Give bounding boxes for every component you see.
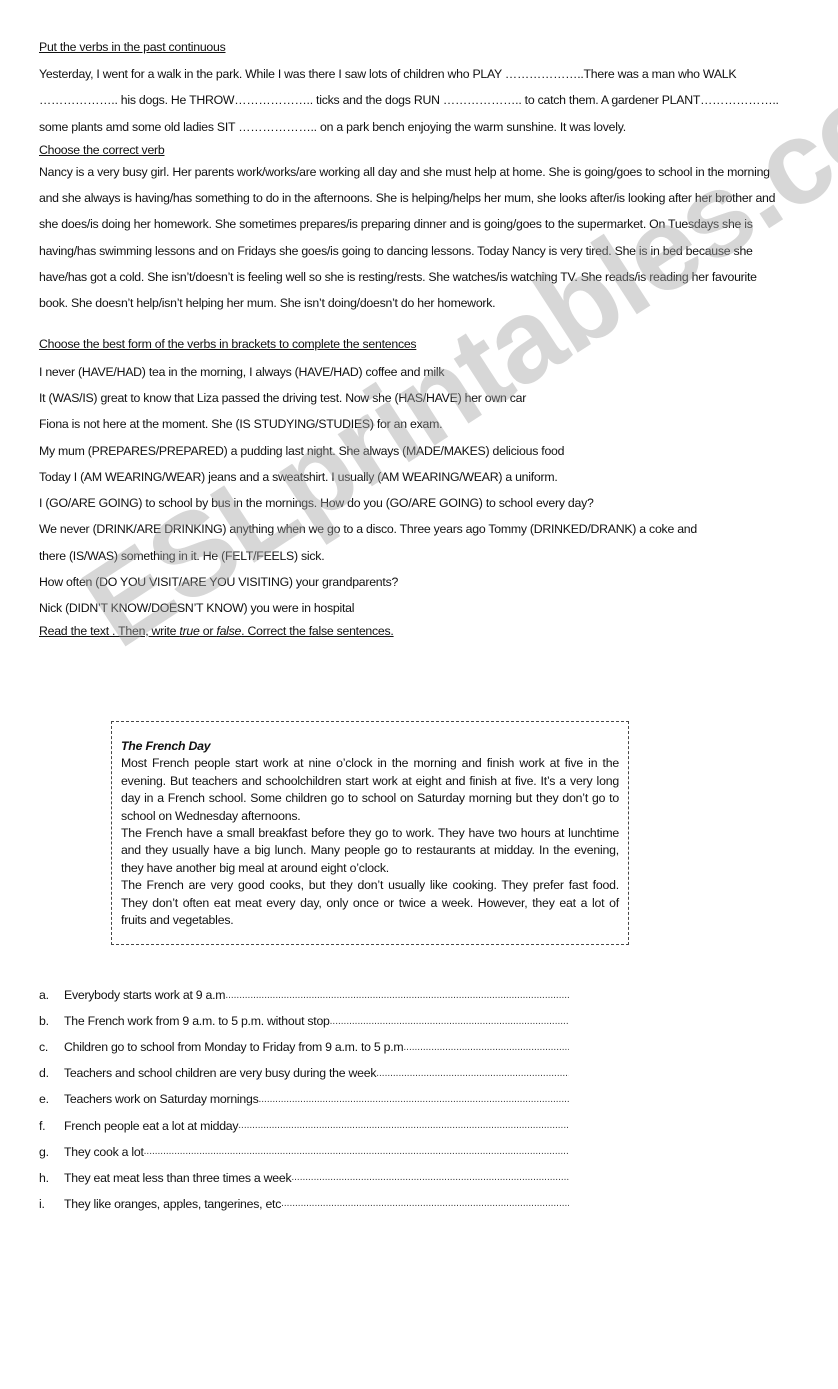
heading-part: . Correct the false sentences. <box>241 623 394 638</box>
statement-letter: g. <box>39 1144 49 1159</box>
sentence: Fiona is not here at the moment. She (IS… <box>39 417 443 432</box>
sentence: I never (HAVE/HAD) tea in the morning, I… <box>39 364 445 379</box>
answer-line[interactable]: ........................................… <box>403 1042 569 1053</box>
statement-item: e. Teachers work on Saturday mornings....… <box>39 1086 569 1112</box>
heading-true: true <box>179 623 200 638</box>
statement-letter: d. <box>39 1066 49 1081</box>
section1-heading: Put the verbs in the past continuous <box>39 40 226 54</box>
sentence: there (IS/WAS) something in it. He (FELT… <box>39 548 325 563</box>
heading-part: or <box>199 623 217 638</box>
answer-line[interactable]: ........................................… <box>281 1198 569 1209</box>
reading-paragraph: Most French people start work at nine o’… <box>121 756 619 823</box>
heading-false: false <box>216 623 242 638</box>
section2-text: Nancy is a very busy girl. Her parents w… <box>39 164 776 311</box>
statement-text: Everybody starts work at 9 a.m <box>64 988 226 1003</box>
reading-title: The French Day <box>121 739 211 753</box>
statement-letter: c. <box>39 1040 49 1055</box>
statement-letter: i. <box>39 1196 45 1211</box>
sentence: We never (DRINK/ARE DRINKING) anything w… <box>39 522 697 537</box>
sentence: How often (DO YOU VISIT/ARE YOU VISITING… <box>39 575 399 590</box>
answer-line[interactable]: ........................................… <box>330 1016 569 1027</box>
statement-text: Teachers work on Saturday mornings <box>64 1092 259 1107</box>
statement-letter: f. <box>39 1118 46 1133</box>
sentence: Nick (DIDN’T KNOW/DOESN’T KNOW) you were… <box>39 601 355 616</box>
answer-line[interactable]: ........................................… <box>225 990 569 1001</box>
statement-text: Children go to school from Monday to Fri… <box>64 1040 404 1055</box>
statement-letter: h. <box>39 1170 49 1185</box>
statement-item: d. Teachers and school children are very … <box>39 1060 569 1086</box>
answer-line[interactable]: ........................................… <box>291 1172 569 1183</box>
statement-item: b. The French work from 9 a.m. to 5 p.m. … <box>39 1008 569 1034</box>
sentence: My mum (PREPARES/PREPARED) a pudding las… <box>39 443 565 458</box>
worksheet: Put the verbs in the past continuous Yes… <box>39 38 779 640</box>
sentence: It (WAS/IS) great to know that Liza pass… <box>39 390 527 405</box>
statement-text: They like oranges, apples, tangerines, e… <box>64 1196 282 1211</box>
statement-item: h. They eat meat less than three times a … <box>39 1165 569 1191</box>
statement-text: They cook a lot <box>64 1144 144 1159</box>
statement-letter: b. <box>39 1014 49 1029</box>
reading-paragraph: The French are very good cooks, but they… <box>121 878 619 928</box>
statement-text: They eat meat less than three times a we… <box>64 1170 292 1185</box>
statement-item: i. They like oranges, apples, tangerines,… <box>39 1191 569 1217</box>
section2-heading: Choose the correct verb <box>39 142 165 157</box>
statement-text: Teachers and school children are very bu… <box>64 1066 377 1081</box>
sentence: I (GO/ARE GOING) to school by bus in the… <box>39 496 594 511</box>
statement-item: f. French people eat a lot at midday.....… <box>39 1112 569 1138</box>
statement-item: c. Children go to school from Monday to F… <box>39 1034 569 1060</box>
statement-text: French people eat a lot at midday <box>64 1118 239 1133</box>
statement-item: a. Everybody starts work at 9 a.m........… <box>39 982 569 1008</box>
answer-line[interactable]: ........................................… <box>376 1068 569 1079</box>
sentence-list: I never (HAVE/HAD) tea in the morning, I… <box>39 359 779 622</box>
true-false-list: a. Everybody starts work at 9 a.m........… <box>39 982 569 1217</box>
answer-line[interactable]: ........................................… <box>238 1120 569 1131</box>
answer-line[interactable]: ........................................… <box>144 1146 569 1157</box>
section4-heading: Read the text . Then, write true or fals… <box>39 622 779 640</box>
statement-letter: a. <box>39 988 49 1003</box>
reading-paragraph: The French have a small breakfast before… <box>121 826 619 875</box>
heading-part: Read the text . Then, write <box>39 623 180 638</box>
answer-line[interactable]: ........................................… <box>259 1094 570 1105</box>
reading-text-box: The French Day Most French people start … <box>111 721 629 945</box>
section1-text: Yesterday, I went for a walk in the park… <box>39 67 779 134</box>
statement-letter: e. <box>39 1092 49 1107</box>
sentence: Today I (AM WEARING/WEAR) jeans and a sw… <box>39 469 558 484</box>
section3-heading: Choose the best form of the verbs in bra… <box>39 336 417 351</box>
statement-text: The French work from 9 a.m. to 5 p.m. wi… <box>64 1014 330 1029</box>
statement-item: g. They cook a lot.......................… <box>39 1139 569 1165</box>
